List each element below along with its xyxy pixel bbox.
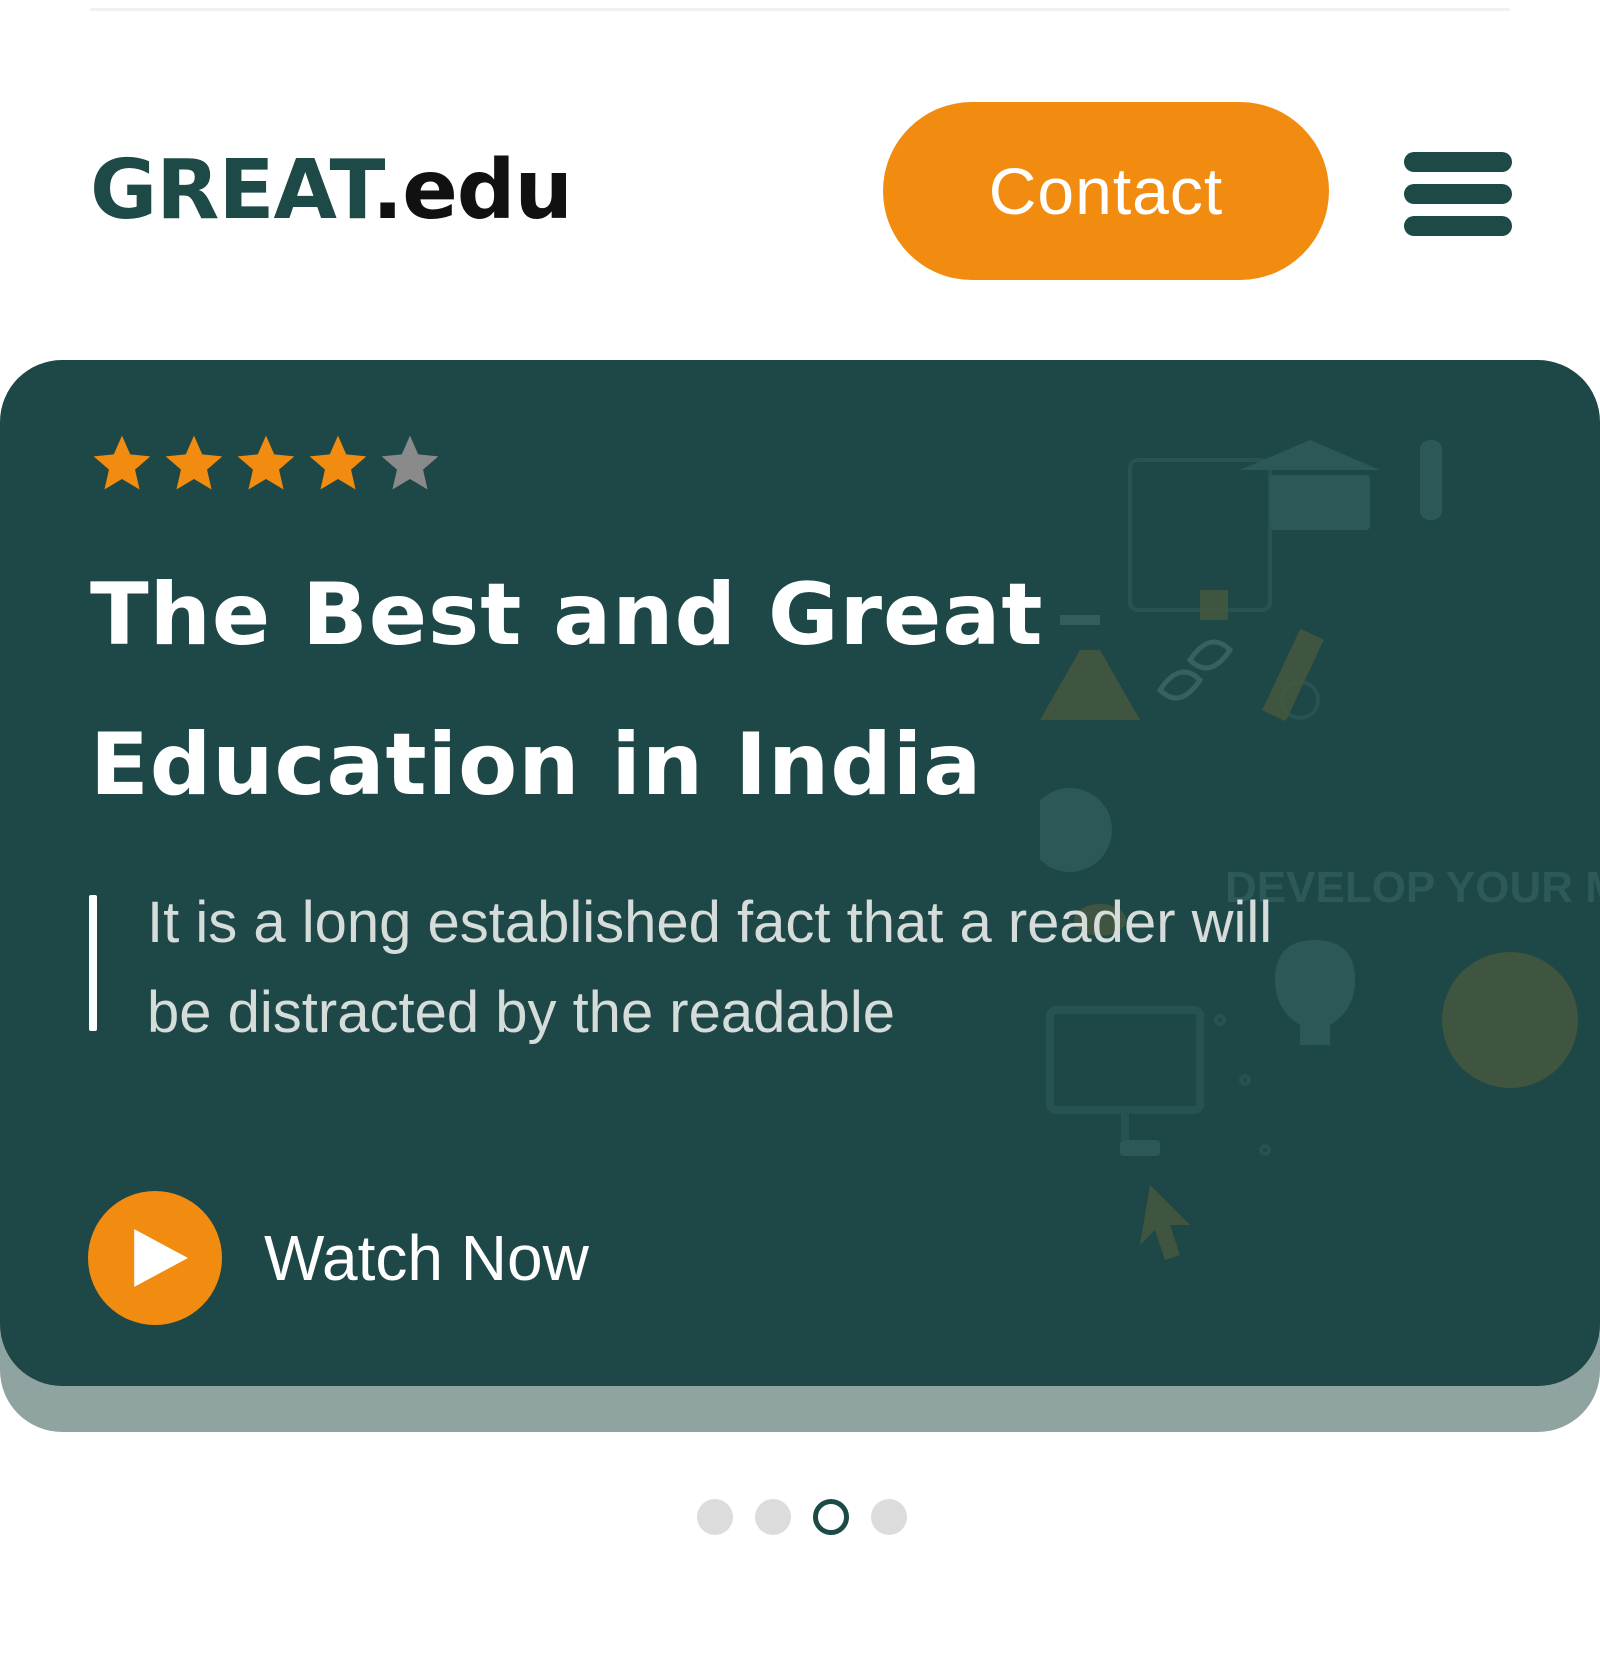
monitor-stand-doodle (1120, 1140, 1160, 1156)
hamburger-menu-icon[interactable] (1404, 152, 1512, 236)
watch-now-button[interactable]: Watch Now (88, 1190, 589, 1326)
quote-bar (89, 895, 97, 1031)
block-doodle (1200, 590, 1228, 620)
toothbrush-doodle (1420, 440, 1442, 520)
cursor-doodle (1140, 1185, 1190, 1260)
menu-bar (1404, 152, 1512, 172)
bank-doodle (1270, 475, 1370, 530)
rating-stars (88, 430, 444, 502)
play-button[interactable] (88, 1191, 222, 1325)
star-icon-filled (237, 435, 295, 490)
logo-tld: .edu (372, 143, 573, 238)
site-logo[interactable]: GREAT.edu (90, 143, 573, 238)
carousel-dot-2[interactable] (755, 1499, 791, 1535)
star-icon-empty (381, 435, 439, 490)
play-icon (134, 1229, 188, 1287)
leaf-doodle (1186, 639, 1234, 671)
watch-now-label[interactable]: Watch Now (264, 1221, 589, 1295)
star-icon-filled (165, 435, 223, 490)
contact-button[interactable]: Contact (883, 102, 1329, 280)
carousel-dot-1[interactable] (697, 1499, 733, 1535)
hero-card: DEVELOP YOUR MIN The Best and Great Educ… (0, 360, 1600, 1386)
hero-title: The Best and Great Education in India (90, 565, 1044, 815)
star-icon-filled (309, 435, 367, 490)
hero-description: It is a long established fact that a rea… (147, 890, 1273, 1045)
bank-roof-doodle (1240, 440, 1380, 470)
carousel-dot-3-active[interactable] (813, 1499, 849, 1535)
carousel-dot-4[interactable] (871, 1499, 907, 1535)
top-divider (90, 8, 1510, 11)
menu-bar (1404, 216, 1512, 236)
basketball-doodle (1442, 952, 1578, 1088)
menu-bar (1404, 184, 1512, 204)
star-icon-filled (93, 435, 151, 490)
logo-brand: GREAT (90, 143, 373, 238)
carousel-pagination (697, 1499, 907, 1535)
